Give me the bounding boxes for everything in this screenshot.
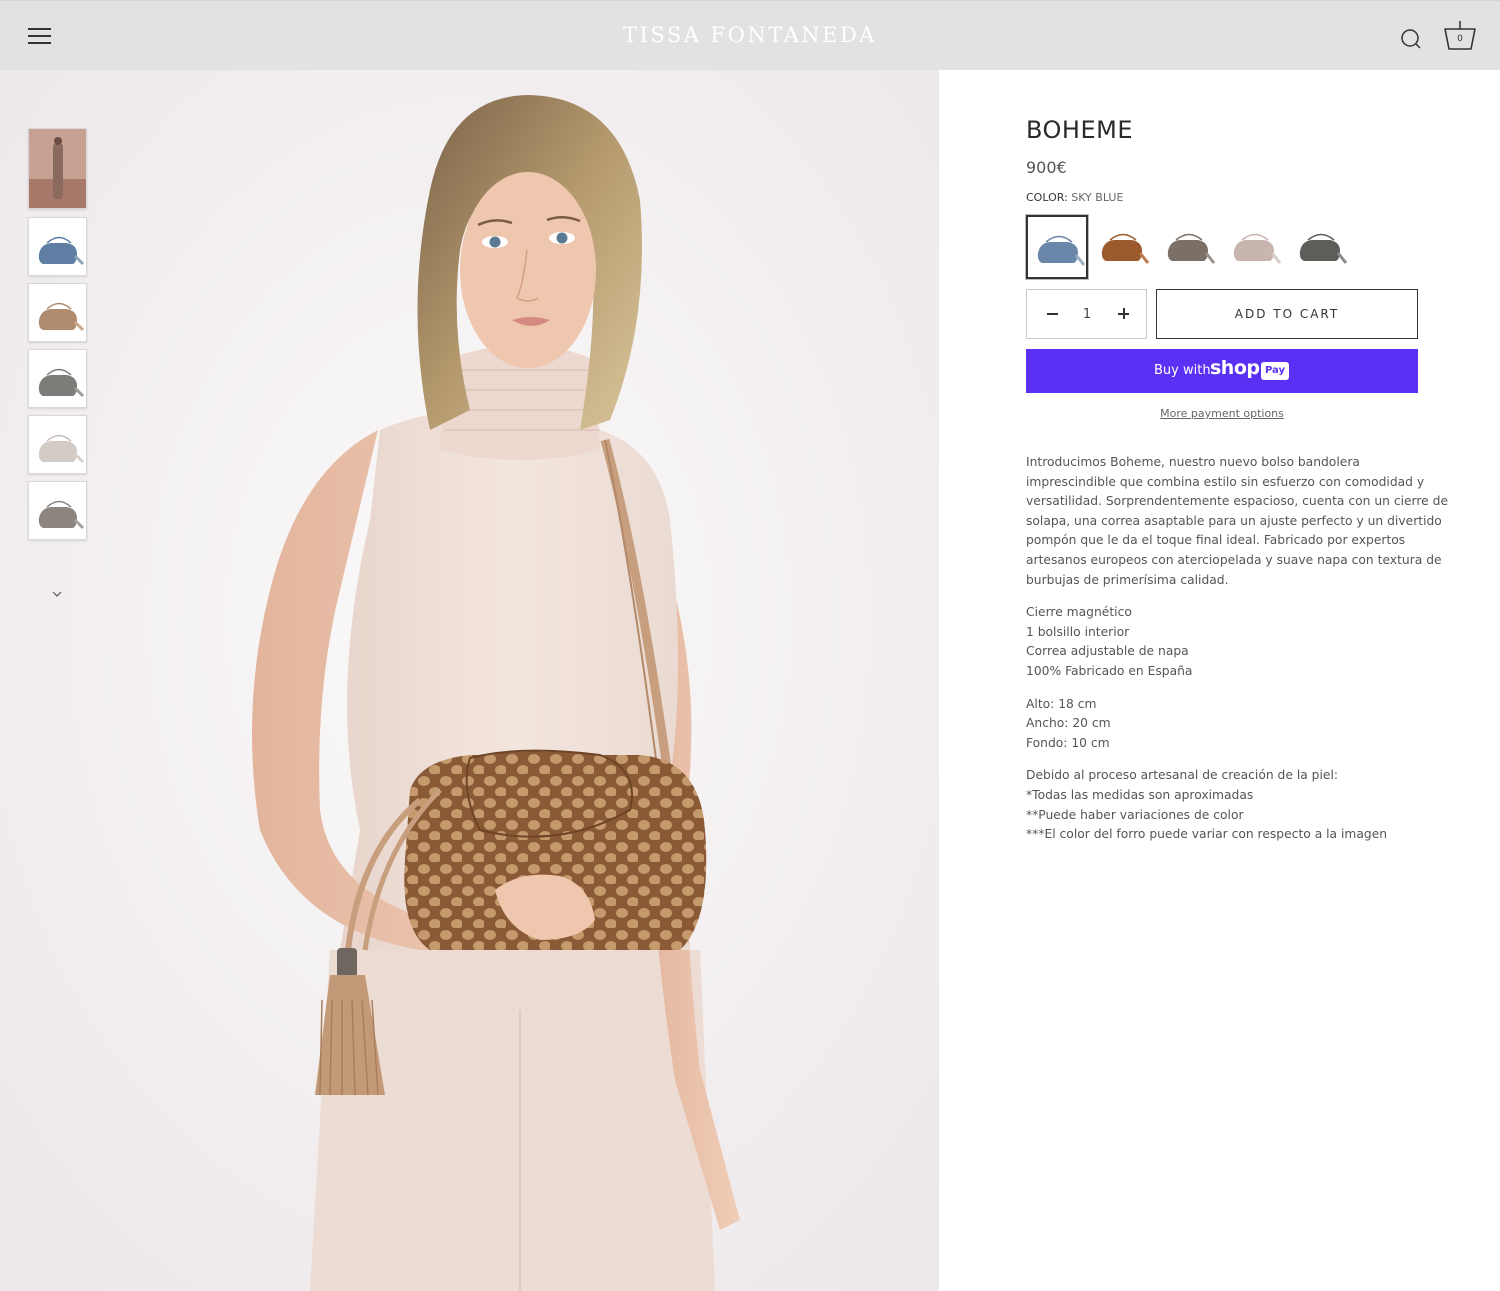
intro-line: solapa, una correa asaptable para un aju… bbox=[1026, 513, 1442, 528]
note-item: *Todas las medidas son aproximadas bbox=[1026, 787, 1254, 802]
intro-line: artesanos europeos con aterciopelada y s… bbox=[1026, 552, 1442, 567]
thumbnail-3[interactable] bbox=[28, 283, 87, 342]
thumbnail-5[interactable] bbox=[28, 415, 87, 474]
shop-logo: shop bbox=[1210, 357, 1260, 379]
note-item: **Puede haber variaciones de color bbox=[1026, 807, 1244, 822]
buy-with-label: Buy with bbox=[1154, 363, 1211, 378]
swatch-cognac[interactable] bbox=[1092, 215, 1154, 279]
swatch-dark-grey[interactable] bbox=[1290, 215, 1352, 279]
quantity-input[interactable] bbox=[1071, 302, 1103, 326]
note-item: Debido al proceso artesanal de creación … bbox=[1026, 768, 1339, 783]
cart-count: 0 bbox=[1457, 34, 1463, 44]
swatch-rose[interactable] bbox=[1224, 215, 1286, 279]
site-logo[interactable]: TISSA FONTANEDA bbox=[623, 23, 877, 47]
intro-line: Introducimos Boheme, nuestro nuevo bolso… bbox=[1026, 455, 1360, 469]
color-label-value: SKY BLUE bbox=[1071, 191, 1124, 204]
quantity-stepper bbox=[1026, 289, 1147, 339]
cart-button[interactable]: 0 bbox=[1442, 19, 1480, 55]
feature-item: Correa adjustable de napa bbox=[1026, 644, 1189, 659]
product-price: 900€ bbox=[1026, 158, 1067, 177]
note-item: ***El color del forro puede variar con r… bbox=[1026, 827, 1388, 842]
product-title: BOHEME bbox=[1026, 116, 1134, 144]
dimension-item: Fondo: 10 cm bbox=[1026, 735, 1110, 750]
site-header: TISSA FONTANEDA 0 bbox=[0, 0, 1500, 70]
thumbnail-4[interactable] bbox=[28, 349, 87, 408]
product-main-image[interactable] bbox=[0, 70, 939, 1291]
description-intro: Introducimos Boheme, nuestro nuevo bolso… bbox=[1026, 453, 1449, 590]
logo-container: TISSA FONTANEDA bbox=[0, 23, 1500, 47]
intro-line: burbujas de primerísima calidad. bbox=[1026, 572, 1229, 587]
thumbnail-1[interactable] bbox=[28, 128, 87, 209]
feature-item: 100% Fabricado en España bbox=[1026, 663, 1193, 678]
intro-line: versatilidad. Sorprendentemente espacios… bbox=[1026, 494, 1449, 509]
model-photo bbox=[0, 70, 939, 1291]
description-features: Cierre magnético 1 bolsillo interior Cor… bbox=[1026, 603, 1418, 681]
search-icon[interactable] bbox=[1398, 27, 1424, 53]
shop-pay-button[interactable]: Buy with shop Pay bbox=[1026, 349, 1418, 393]
swatch-sky-blue[interactable] bbox=[1026, 215, 1088, 279]
feature-item: 1 bolsillo interior bbox=[1026, 624, 1130, 639]
description-dimensions: Alto: 18 cm Ancho: 20 cm Fondo: 10 cm bbox=[1026, 695, 1418, 754]
dimension-item: Alto: 18 cm bbox=[1026, 696, 1097, 711]
color-label-key: COLOR: bbox=[1026, 191, 1068, 204]
more-payment-options-link[interactable]: More payment options bbox=[1026, 407, 1418, 420]
minus-icon[interactable] bbox=[1041, 302, 1065, 326]
pay-badge: Pay bbox=[1261, 362, 1289, 380]
dimension-item: Ancho: 20 cm bbox=[1026, 716, 1111, 731]
plus-icon[interactable] bbox=[1112, 302, 1136, 326]
menu-icon[interactable] bbox=[28, 27, 52, 47]
description-notes: Debido al proceso artesanal de creación … bbox=[1026, 766, 1418, 844]
thumbnail-2[interactable] bbox=[28, 217, 87, 276]
feature-item: Cierre magnético bbox=[1026, 605, 1132, 620]
product-description: Introducimos Boheme, nuestro nuevo bolso… bbox=[1026, 453, 1449, 858]
intro-line: imprescindible que combina estilo sin es… bbox=[1026, 474, 1425, 489]
color-label: COLOR: SKY BLUE bbox=[1026, 191, 1123, 204]
thumbnail-6[interactable] bbox=[28, 481, 87, 540]
intro-line: pompón que le da el toque final ideal. F… bbox=[1026, 533, 1406, 548]
color-swatches bbox=[1026, 215, 1418, 279]
swatch-taupe[interactable] bbox=[1158, 215, 1220, 279]
chevron-down-icon[interactable] bbox=[50, 586, 64, 600]
add-to-cart-button[interactable]: ADD TO CART bbox=[1156, 289, 1418, 339]
